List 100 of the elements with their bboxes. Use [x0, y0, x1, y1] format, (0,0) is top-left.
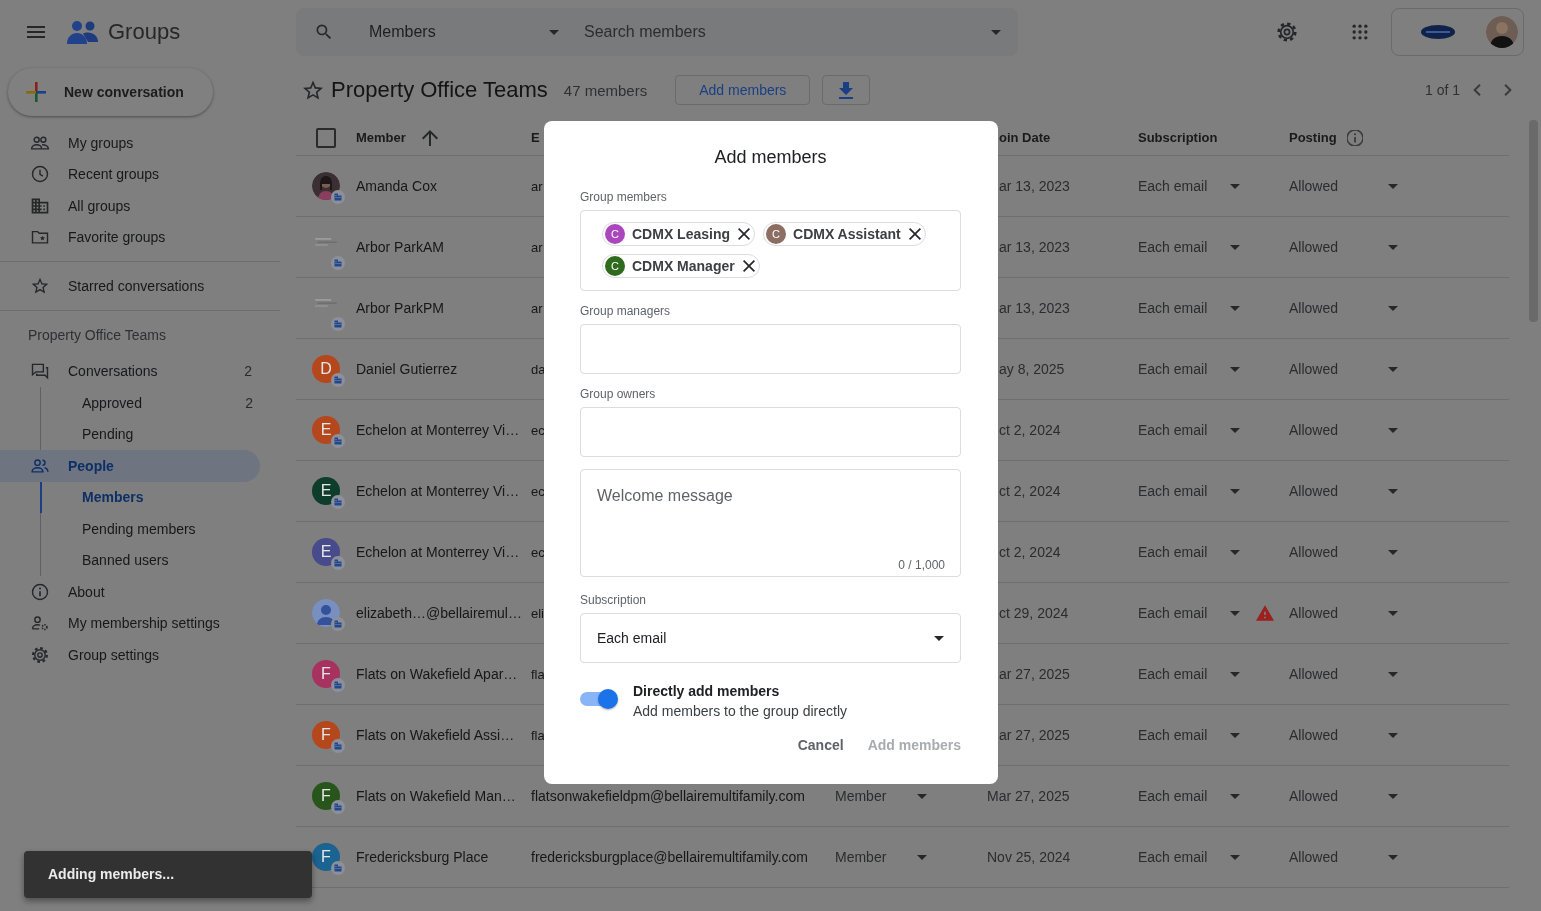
- menu-icon[interactable]: [27, 26, 45, 38]
- posting-dropdown[interactable]: Allowed: [1289, 666, 1398, 682]
- subscription-dropdown[interactable]: Each email: [1138, 300, 1240, 316]
- nav-item[interactable]: Conversations 2: [0, 355, 260, 387]
- nav-item[interactable]: My membership settings: [0, 607, 260, 639]
- building-badge-icon: [331, 190, 345, 204]
- member-name: Flats on Wakefield Man…: [356, 788, 516, 804]
- posting-dropdown[interactable]: Allowed: [1289, 849, 1398, 865]
- subscription-dropdown[interactable]: Each email: [1138, 788, 1240, 804]
- subscription-dropdown[interactable]: Each email: [1138, 422, 1240, 438]
- subscription-dropdown[interactable]: Each email: [1138, 666, 1240, 682]
- nav-item[interactable]: All groups: [0, 190, 260, 222]
- member-name: Amanda Cox: [356, 178, 437, 194]
- caret-icon: [549, 29, 559, 35]
- nav-item[interactable]: Pending: [41, 418, 261, 450]
- role-dropdown[interactable]: Member: [835, 788, 927, 804]
- posting-dropdown[interactable]: Allowed: [1289, 483, 1398, 499]
- account-switcher[interactable]: [1391, 8, 1524, 56]
- search-icon[interactable]: [314, 22, 334, 42]
- subscription-dropdown[interactable]: Each email: [1138, 239, 1240, 255]
- member-name: Echelon at Monterrey Vi…: [356, 544, 520, 560]
- member-name: Flats on Wakefield Apar…: [356, 666, 518, 682]
- toggle-label: Directly add members: [633, 682, 781, 701]
- member-email: fredericksburgplace@bellairemultifamily.com: [531, 849, 808, 865]
- add-members-button[interactable]: Add members: [675, 75, 811, 105]
- remove-icon[interactable]: [908, 228, 921, 240]
- posting-dropdown[interactable]: Allowed: [1289, 422, 1398, 438]
- posting-dropdown[interactable]: Allowed: [1289, 727, 1398, 743]
- join-date: ar 13, 2023: [998, 239, 1070, 255]
- app-title: Groups: [108, 19, 181, 45]
- avatar: E: [312, 477, 340, 505]
- caret-icon: [1388, 854, 1398, 860]
- avatar: F: [312, 782, 340, 810]
- search-options-icon[interactable]: [991, 29, 1001, 35]
- members-input-field[interactable]: C CDMX Leasing C CDMX Assistant C CDMX Manager: [580, 210, 961, 291]
- member-email: eli: [531, 605, 544, 621]
- posting-dropdown[interactable]: Allowed: [1289, 788, 1398, 804]
- dialog-button[interactable]: Cancel: [789, 727, 852, 763]
- role-dropdown[interactable]: Member: [835, 849, 927, 865]
- group-title: Property Office Teams: [331, 77, 548, 103]
- chip-label: CDMX Manager: [632, 258, 735, 274]
- avatar: C: [605, 224, 625, 244]
- subscription-dropdown[interactable]: Each email: [1138, 483, 1240, 499]
- member-email: fla: [531, 727, 545, 743]
- subscription-select[interactable]: Each email: [580, 613, 961, 663]
- subscription-dropdown[interactable]: Each email: [1138, 849, 1240, 865]
- search-scope-dropdown[interactable]: Members: [369, 23, 559, 41]
- nav-item[interactable]: Group settings: [0, 639, 260, 671]
- member-count: 47 members: [563, 81, 648, 99]
- nav-item[interactable]: Pending members: [41, 513, 261, 545]
- info-icon[interactable]: [1346, 129, 1363, 146]
- avatar: E: [312, 538, 340, 566]
- subscription-dropdown[interactable]: Each email: [1138, 361, 1240, 377]
- toggle-switch[interactable]: [580, 692, 616, 706]
- sort-icon[interactable]: [421, 129, 438, 146]
- nav-item[interactable]: People: [0, 450, 260, 482]
- clock-icon: [30, 164, 50, 185]
- nav-item[interactable]: Favorite groups: [0, 221, 260, 253]
- field-label: Group members: [580, 189, 668, 205]
- join-date: ar 27, 2025: [998, 727, 1070, 743]
- new-conversation-button[interactable]: New conversation: [8, 68, 213, 116]
- caret-icon: [1230, 183, 1240, 189]
- join-date: Mar 27, 2025: [987, 788, 1070, 804]
- posting-dropdown[interactable]: Allowed: [1289, 178, 1398, 194]
- star-icon[interactable]: [303, 80, 323, 100]
- avatar: C: [605, 256, 625, 276]
- subscription-dropdown[interactable]: Each email: [1138, 178, 1240, 194]
- nav-item[interactable]: Starred conversations: [0, 270, 260, 302]
- nav-item[interactable]: Members: [40, 481, 260, 513]
- text-field[interactable]: [580, 324, 961, 374]
- caret-icon: [1388, 549, 1398, 555]
- settings-icon[interactable]: [1275, 20, 1299, 44]
- next-page-icon[interactable]: [1504, 84, 1512, 96]
- member-name: Echelon at Monterrey Vi…: [356, 483, 520, 499]
- search-field[interactable]: Search members: [582, 22, 991, 42]
- select-all-checkbox[interactable]: [316, 127, 336, 148]
- nav-item[interactable]: Banned users: [41, 544, 261, 576]
- subscription-dropdown[interactable]: Each email: [1138, 605, 1240, 621]
- posting-dropdown[interactable]: Allowed: [1289, 605, 1398, 621]
- posting-dropdown[interactable]: Allowed: [1289, 544, 1398, 560]
- nav-item[interactable]: Recent groups: [0, 158, 260, 190]
- download-button[interactable]: [822, 75, 871, 105]
- nav-item[interactable]: My groups: [0, 127, 260, 159]
- previous-page-icon[interactable]: [1473, 84, 1481, 96]
- posting-dropdown[interactable]: Allowed: [1289, 300, 1398, 316]
- nav-item[interactable]: Approved 2: [41, 387, 261, 419]
- text-field[interactable]: [580, 407, 961, 457]
- remove-icon[interactable]: [738, 228, 750, 240]
- caret-icon: [1388, 671, 1398, 677]
- apps-icon[interactable]: [1350, 22, 1370, 42]
- subscription-dropdown[interactable]: Each email: [1138, 544, 1240, 560]
- caret-icon: [1388, 366, 1398, 372]
- subscription-dropdown[interactable]: Each email: [1138, 727, 1240, 743]
- caret-icon: [1230, 305, 1240, 311]
- avatar-icon: [1486, 16, 1518, 48]
- nav-item[interactable]: About: [0, 576, 260, 608]
- posting-dropdown[interactable]: Allowed: [1289, 239, 1398, 255]
- caret-icon: [1230, 488, 1240, 494]
- posting-dropdown[interactable]: Allowed: [1289, 361, 1398, 377]
- remove-icon[interactable]: [742, 260, 755, 272]
